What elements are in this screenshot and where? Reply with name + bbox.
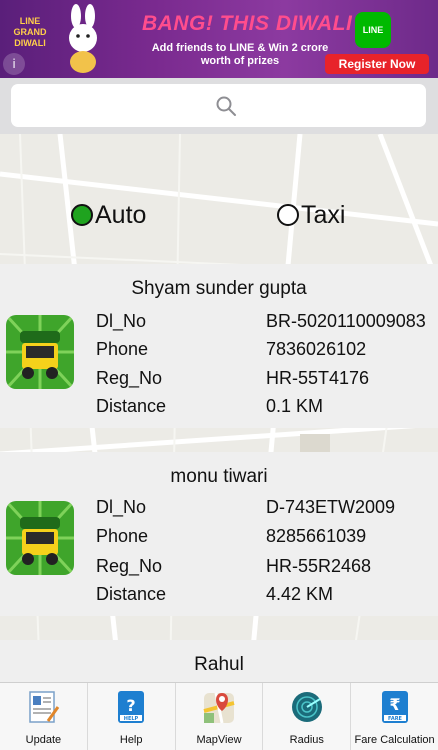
- distance-row: Distance 4.42 KM: [96, 584, 436, 610]
- dl-label: Dl_No: [96, 497, 147, 517]
- fare-badge-text: FARE: [388, 716, 403, 722]
- dl-value: BR-5020110009083: [266, 311, 426, 331]
- radio-selected-icon: [71, 204, 93, 226]
- tab-mapview[interactable]: MapView: [176, 683, 264, 750]
- phone-value[interactable]: 7836026102: [266, 339, 366, 360]
- search-icon: [216, 96, 236, 116]
- svg-text:?: ?: [127, 696, 136, 715]
- reg-value: HR-55R2468: [266, 556, 372, 576]
- phone-row: Phone 8285661039: [96, 526, 436, 552]
- tab-fare-calculation[interactable]: ₹ FARE Fare Calculation: [351, 683, 438, 750]
- reg-row: Reg_No HR-55R2468: [96, 556, 436, 582]
- ad-banner[interactable]: LINE GRAND DIWALI BANG! THIS DIWALI Add …: [0, 0, 438, 78]
- driver-name: Rahul: [194, 654, 244, 675]
- distance-row: Distance 0.1 KM: [96, 396, 436, 422]
- tab-help[interactable]: ? HELP Help: [88, 683, 176, 750]
- tab-radius[interactable]: Radius: [263, 683, 352, 750]
- reg-row: Reg_No HR-55T4176: [96, 368, 436, 394]
- distance-label: Distance: [96, 396, 167, 416]
- tab-update[interactable]: Update: [0, 683, 88, 750]
- register-now-button[interactable]: Register Now: [325, 54, 429, 74]
- radius-icon: [291, 692, 322, 722]
- search-input[interactable]: [11, 84, 426, 127]
- distance-value: 0.1 KM: [266, 396, 324, 416]
- ad-headline: BANG! THIS DIWALI: [142, 12, 353, 35]
- dl-row: Dl_No BR-5020110009083: [96, 311, 436, 337]
- dl-value: D-743ETW2009: [266, 497, 396, 517]
- driver-name: monu tiwari: [170, 466, 268, 487]
- driver-card[interactable]: Rahul: [0, 640, 438, 684]
- vehicle-type-selector: Auto Taxi: [0, 193, 438, 237]
- tab-radius-label: Radius: [289, 734, 324, 746]
- fare-icon: ₹ FARE: [381, 691, 408, 723]
- update-icon: [29, 691, 60, 723]
- svg-text:₹: ₹: [389, 695, 400, 714]
- phone-label: Phone: [96, 526, 149, 546]
- distance-label: Distance: [96, 584, 167, 604]
- auto-rickshaw-icon: [6, 315, 74, 389]
- auto-rickshaw-icon: [6, 501, 74, 575]
- help-badge-text: HELP: [124, 716, 139, 722]
- radio-auto[interactable]: Auto: [71, 193, 146, 237]
- radio-auto-label: Auto: [95, 200, 147, 229]
- reg-label: Reg_No: [96, 368, 163, 388]
- bunny-mascot-icon: [69, 4, 97, 73]
- tab-fare-calculation-label: Fare Calculation: [354, 734, 435, 746]
- help-icon: ? HELP: [118, 691, 145, 723]
- phone-row: Phone 7836026102: [96, 339, 436, 365]
- radio-taxi[interactable]: Taxi: [277, 193, 345, 237]
- tab-mapview-label: MapView: [196, 734, 242, 746]
- brand-text: LINE GRAND DIWALI: [13, 16, 47, 48]
- mapview-icon: [203, 692, 235, 724]
- line-grand-diwali-logo: LINE GRAND DIWALI: [4, 8, 56, 52]
- phone-label: Phone: [96, 339, 149, 359]
- radio-taxi-label: Taxi: [301, 200, 346, 229]
- reg-value: HR-55T4176: [266, 368, 370, 388]
- tab-help-label: Help: [119, 734, 143, 746]
- driver-name: Shyam sunder gupta: [131, 278, 307, 299]
- driver-card[interactable]: monu tiwari Dl_No D-743ETW2009 Phone 828…: [0, 452, 438, 616]
- driver-card[interactable]: Shyam sunder gupta Dl_No BR-502011000908…: [0, 264, 438, 428]
- distance-value: 4.42 KM: [266, 584, 334, 604]
- ad-info-icon[interactable]: i: [3, 53, 25, 75]
- search-bar: [0, 78, 438, 134]
- phone-value[interactable]: 8285661039: [266, 526, 366, 547]
- radio-unselected-icon: [277, 204, 299, 226]
- tab-update-label: Update: [25, 734, 62, 746]
- ad-subtext: Add friends to LINE & Win 2 crore worth …: [151, 42, 329, 67]
- bottom-tab-bar: Update ? HELP Help MapView Radius ₹ FARE…: [0, 682, 438, 750]
- line-logo: LINE: [355, 12, 391, 48]
- reg-label: Reg_No: [96, 556, 163, 576]
- dl-row: Dl_No D-743ETW2009: [96, 497, 436, 523]
- dl-label: Dl_No: [96, 311, 147, 331]
